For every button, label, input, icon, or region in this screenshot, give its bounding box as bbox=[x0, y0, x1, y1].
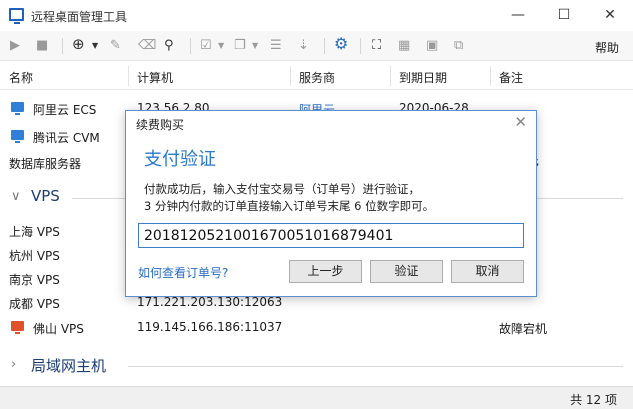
previous-step-button[interactable]: 上一步 bbox=[289, 260, 362, 283]
sort-icon[interactable]: ⇣ bbox=[298, 38, 309, 54]
stop-icon[interactable]: ■ bbox=[36, 38, 48, 54]
group-title: 局域网主机 bbox=[31, 357, 107, 375]
dialog-instruction-1: 付款成功后，输入支付宝交易号（订单号）进行验证， bbox=[144, 182, 420, 196]
dialog-heading: 支付验证 bbox=[144, 149, 216, 170]
monitor-icon bbox=[11, 321, 24, 334]
title-bar: 远程桌面管理工具 — ☐ ✕ bbox=[0, 0, 633, 31]
grid-icon[interactable]: ▦ bbox=[398, 38, 410, 54]
monitor-icon bbox=[11, 130, 24, 143]
maximize-button[interactable]: ☐ bbox=[541, 0, 587, 31]
cancel-button[interactable]: 取消 bbox=[451, 260, 524, 283]
group-header-lan[interactable]: › 局域网主机 bbox=[0, 351, 633, 381]
copy-icon[interactable]: ❐ bbox=[234, 38, 246, 54]
align-icon[interactable]: ☰ bbox=[270, 38, 282, 54]
row-computer: 119.145.166.186:11037 bbox=[137, 320, 283, 334]
delete-icon[interactable]: ⌫ bbox=[138, 38, 156, 54]
chevron-right-icon[interactable]: › bbox=[11, 357, 16, 372]
toolbar: ▶ ■ ⊕ ▼ ✎ ⌫ ⚲ ☑ ▼ ❐ ▼ ☰ ⇣ ⚙ ⛶ ▦ ▣ ⧉ 帮助 bbox=[0, 31, 633, 61]
row-name: 数据库服务器 bbox=[9, 157, 82, 171]
how-to-find-order-link[interactable]: 如何查看订单号? bbox=[138, 264, 228, 281]
column-divider[interactable] bbox=[390, 66, 391, 86]
row-name: 阿里云 ECS bbox=[33, 103, 97, 117]
column-divider[interactable] bbox=[128, 66, 129, 86]
verify-button[interactable]: 验证 bbox=[370, 260, 443, 283]
renewal-dialog: 续费购买 ✕ 支付验证 付款成功后，输入支付宝交易号（订单号）进行验证， 3 分… bbox=[125, 110, 537, 297]
add-icon[interactable]: ⊕ bbox=[72, 36, 85, 52]
toolbar-divider bbox=[190, 38, 191, 54]
clipboard-icon[interactable]: ☑ bbox=[200, 38, 212, 54]
row-name: 南京 VPS bbox=[9, 273, 60, 287]
window-title: 远程桌面管理工具 bbox=[31, 10, 128, 24]
dialog-instruction-2: 3 分钟内付款的订单直接输入订单号末尾 6 位数字即可。 bbox=[144, 199, 435, 213]
column-divider[interactable] bbox=[490, 66, 491, 86]
row-name: 上海 VPS bbox=[9, 225, 60, 239]
item-count: 共 12 项 bbox=[570, 393, 617, 407]
fullscreen-icon[interactable]: ⛶ bbox=[372, 38, 381, 54]
monitor-icon bbox=[11, 102, 24, 115]
settings-icon[interactable]: ⚙ bbox=[334, 36, 348, 52]
group-title: VPS bbox=[31, 187, 60, 205]
column-divider[interactable] bbox=[290, 66, 291, 86]
toolbar-divider bbox=[324, 38, 325, 54]
dialog-title: 续费购买 bbox=[136, 118, 185, 132]
row-note: 故障宕机 bbox=[499, 322, 548, 336]
app-monitor-icon bbox=[9, 8, 24, 24]
chevron-down-icon[interactable]: ▼ bbox=[92, 38, 98, 54]
help-menu[interactable]: 帮助 bbox=[595, 39, 619, 56]
column-header-expiry[interactable]: 到期日期 bbox=[399, 69, 447, 86]
close-button[interactable]: ✕ bbox=[587, 0, 633, 31]
column-header-provider[interactable]: 服务商 bbox=[299, 69, 335, 86]
table-row[interactable]: 佛山 VPS 119.145.166.186:11037 故障宕机 bbox=[0, 316, 633, 340]
toolbar-divider bbox=[360, 38, 361, 54]
row-name: 腾讯云 CVM bbox=[33, 131, 100, 145]
status-bar: 共 12 项 bbox=[0, 386, 633, 409]
chevron-down-icon[interactable]: ∨ bbox=[11, 189, 21, 204]
screen-icon[interactable]: ⧉ bbox=[454, 38, 463, 54]
play-icon[interactable]: ▶ bbox=[10, 38, 20, 54]
order-number-input[interactable] bbox=[138, 223, 524, 248]
search-icon[interactable]: ⚲ bbox=[164, 38, 174, 54]
row-name: 佛山 VPS bbox=[33, 322, 84, 336]
table-header: 名称 计算机 服务商 到期日期 备注 bbox=[0, 62, 633, 90]
chevron-down-icon[interactable]: ▼ bbox=[218, 38, 224, 54]
row-computer: 171.221.203.130:12063 bbox=[137, 295, 283, 309]
window-icon[interactable]: ▣ bbox=[426, 38, 438, 54]
column-header-note[interactable]: 备注 bbox=[499, 69, 523, 86]
edit-icon[interactable]: ✎ bbox=[110, 38, 121, 54]
minimize-button[interactable]: — bbox=[495, 0, 541, 31]
group-divider bbox=[128, 366, 623, 367]
column-header-computer[interactable]: 计算机 bbox=[137, 69, 173, 86]
chevron-down-icon[interactable]: ▼ bbox=[252, 38, 258, 54]
toolbar-divider bbox=[62, 38, 63, 54]
row-name: 杭州 VPS bbox=[9, 249, 60, 263]
close-icon[interactable]: ✕ bbox=[514, 113, 527, 131]
column-header-name[interactable]: 名称 bbox=[9, 69, 33, 86]
row-name: 成都 VPS bbox=[9, 297, 60, 311]
